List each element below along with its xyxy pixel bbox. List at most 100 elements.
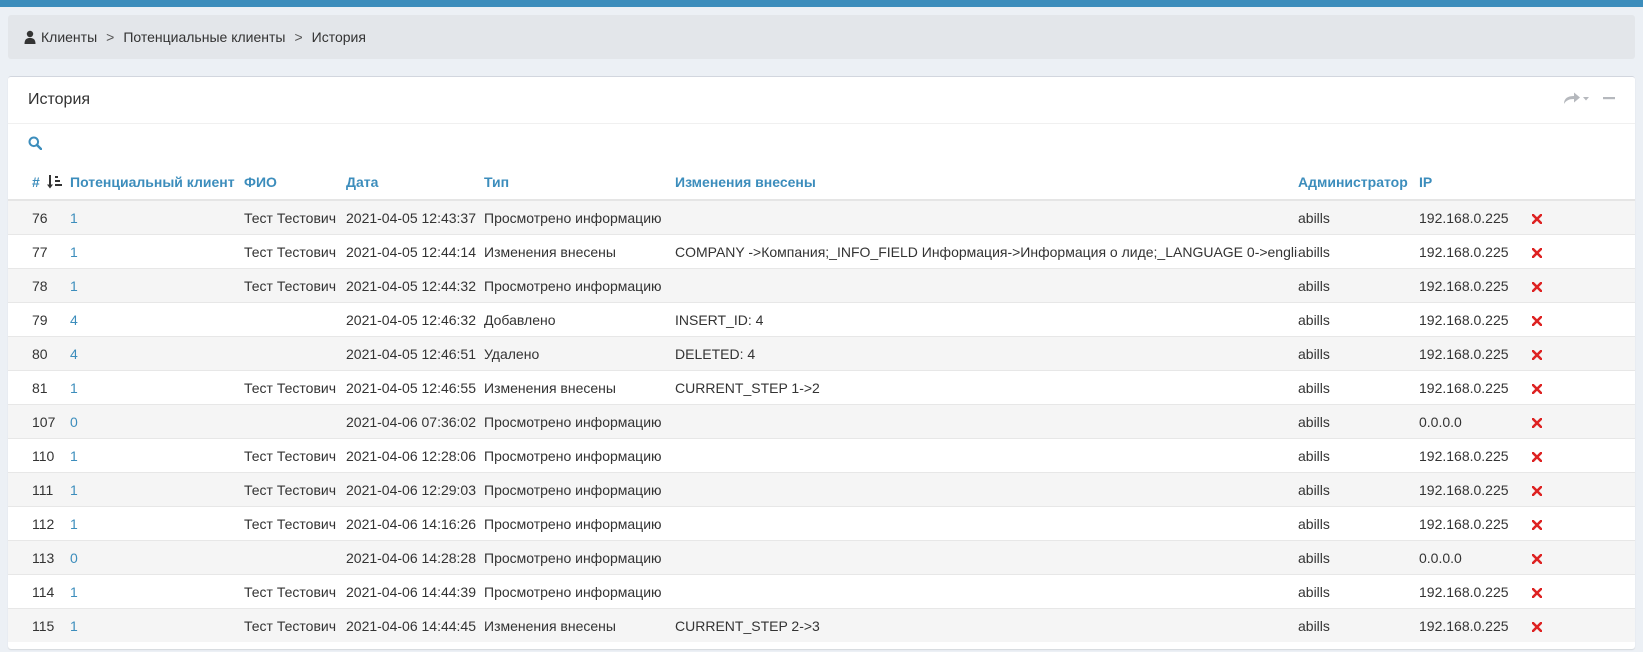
user-icon <box>24 30 36 44</box>
cell-actions <box>1520 268 1635 303</box>
cell-lead-link[interactable]: 1 <box>70 210 78 226</box>
column-header-date-label[interactable]: Дата <box>346 174 378 190</box>
table-row: 76 1 Тест Тестович 2021-04-05 12:43:37 Просм… <box>8 199 1635 235</box>
cell-lead-link[interactable]: 1 <box>70 448 78 464</box>
cell-lead[interactable]: 1 <box>70 438 244 473</box>
column-header-id[interactable]: # <box>8 164 70 201</box>
cell-lead[interactable]: 4 <box>70 302 244 337</box>
cell-lead-link[interactable]: 1 <box>70 618 78 634</box>
cell-lead[interactable]: 1 <box>70 472 244 507</box>
search-button[interactable] <box>28 136 42 150</box>
cell-lead-link[interactable]: 1 <box>70 244 78 260</box>
cell-lead-link[interactable]: 0 <box>70 550 78 566</box>
cell-lead[interactable]: 1 <box>70 506 244 541</box>
cell-actions <box>1520 608 1635 642</box>
delete-button[interactable] <box>1531 516 1543 532</box>
cell-lead[interactable]: 1 <box>70 608 244 642</box>
cell-type: Просмотрено информацию <box>484 199 675 235</box>
cell-fio: Тест Тестович <box>244 370 346 405</box>
cell-lead-link[interactable]: 4 <box>70 312 78 328</box>
cell-ip: 192.168.0.225 <box>1419 438 1520 473</box>
cell-lead-link[interactable]: 1 <box>70 380 78 396</box>
cell-fio: Тест Тестович <box>244 199 346 235</box>
delete-button[interactable] <box>1531 244 1543 260</box>
delete-button[interactable] <box>1531 550 1543 566</box>
cell-lead[interactable]: 1 <box>70 370 244 405</box>
column-header-fio-label[interactable]: ФИО <box>244 174 277 190</box>
table-header-row: # Потенциальный клиент ФИО Дата Тип Изме… <box>8 164 1635 201</box>
cell-lead[interactable]: 1 <box>70 268 244 303</box>
column-header-admin-label[interactable]: Администратор <box>1298 174 1408 190</box>
delete-button[interactable] <box>1531 278 1543 294</box>
cell-date: 2021-04-06 12:29:03 <box>346 472 484 507</box>
cell-lead-link[interactable]: 0 <box>70 414 78 430</box>
delete-button[interactable] <box>1531 618 1543 634</box>
breadcrumb-leads[interactable]: Потенциальные клиенты <box>123 29 285 45</box>
breadcrumb-clients[interactable]: Клиенты <box>41 29 97 45</box>
column-header-ip[interactable]: IP <box>1419 164 1520 201</box>
cell-ip: 192.168.0.225 <box>1419 268 1520 303</box>
delete-icon <box>1531 417 1543 428</box>
delete-button[interactable] <box>1531 482 1543 498</box>
column-header-admin[interactable]: Администратор <box>1298 164 1419 201</box>
cell-changes <box>675 540 1298 575</box>
cell-admin: abills <box>1298 268 1419 303</box>
delete-icon <box>1531 587 1543 598</box>
cell-id: 79 <box>8 302 70 337</box>
cell-lead[interactable]: 0 <box>70 404 244 439</box>
cell-type: Изменения внесены <box>484 370 675 405</box>
cell-lead-link[interactable]: 1 <box>70 482 78 498</box>
cell-fio: Тест Тестович <box>244 574 346 609</box>
cell-lead[interactable]: 4 <box>70 336 244 371</box>
cell-changes: INSERT_ID: 4 <box>675 302 1298 337</box>
table-row: 110 1 Тест Тестович 2021-04-06 12:28:06 Прос… <box>8 438 1635 473</box>
cell-date: 2021-04-05 12:43:37 <box>346 199 484 235</box>
column-header-changes[interactable]: Изменения внесены <box>675 164 1298 201</box>
share-button[interactable] <box>1563 91 1589 105</box>
table-row: 78 1 Тест Тестович 2021-04-05 12:44:32 Просм… <box>8 268 1635 303</box>
delete-button[interactable] <box>1531 210 1543 226</box>
column-header-type[interactable]: Тип <box>484 164 675 201</box>
sort-amount-icon[interactable] <box>46 174 63 189</box>
column-header-lead[interactable]: Потенциальный клиент <box>70 164 244 201</box>
cell-id: 115 <box>8 608 70 642</box>
column-header-fio[interactable]: ФИО <box>244 164 346 201</box>
cell-admin: abills <box>1298 199 1419 235</box>
cell-ip: 192.168.0.225 <box>1419 472 1520 507</box>
cell-lead-link[interactable]: 1 <box>70 278 78 294</box>
column-header-ip-label[interactable]: IP <box>1419 174 1432 190</box>
cell-ip: 192.168.0.225 <box>1419 506 1520 541</box>
cell-admin: abills <box>1298 472 1419 507</box>
cell-admin: abills <box>1298 438 1419 473</box>
cell-date: 2021-04-05 12:46:32 <box>346 302 484 337</box>
column-header-type-label[interactable]: Тип <box>484 174 509 190</box>
search-icon <box>28 136 42 150</box>
column-header-changes-label[interactable]: Изменения внесены <box>675 174 816 190</box>
delete-button[interactable] <box>1531 312 1543 328</box>
cell-lead[interactable]: 0 <box>70 540 244 575</box>
delete-icon <box>1531 383 1543 394</box>
breadcrumb-separator: > <box>106 29 115 45</box>
column-header-date[interactable]: Дата <box>346 164 484 201</box>
column-header-id-label[interactable]: # <box>32 174 40 190</box>
cell-lead-link[interactable]: 1 <box>70 516 78 532</box>
cell-lead[interactable]: 1 <box>70 234 244 269</box>
delete-button[interactable] <box>1531 380 1543 396</box>
cell-actions <box>1520 540 1635 575</box>
delete-button[interactable] <box>1531 448 1543 464</box>
cell-changes: CURRENT_STEP 1->2 <box>675 370 1298 405</box>
cell-actions <box>1520 404 1635 439</box>
delete-button[interactable] <box>1531 346 1543 362</box>
delete-button[interactable] <box>1531 414 1543 430</box>
cell-ip: 192.168.0.225 <box>1419 574 1520 609</box>
column-header-lead-label[interactable]: Потенциальный клиент <box>70 174 235 190</box>
collapse-button[interactable] <box>1603 91 1615 105</box>
delete-button[interactable] <box>1531 584 1543 600</box>
cell-lead-link[interactable]: 4 <box>70 346 78 362</box>
cell-lead[interactable]: 1 <box>70 199 244 235</box>
cell-lead[interactable]: 1 <box>70 574 244 609</box>
cell-lead-link[interactable]: 1 <box>70 584 78 600</box>
delete-icon <box>1531 621 1543 632</box>
cell-changes <box>675 506 1298 541</box>
cell-actions <box>1520 438 1635 473</box>
